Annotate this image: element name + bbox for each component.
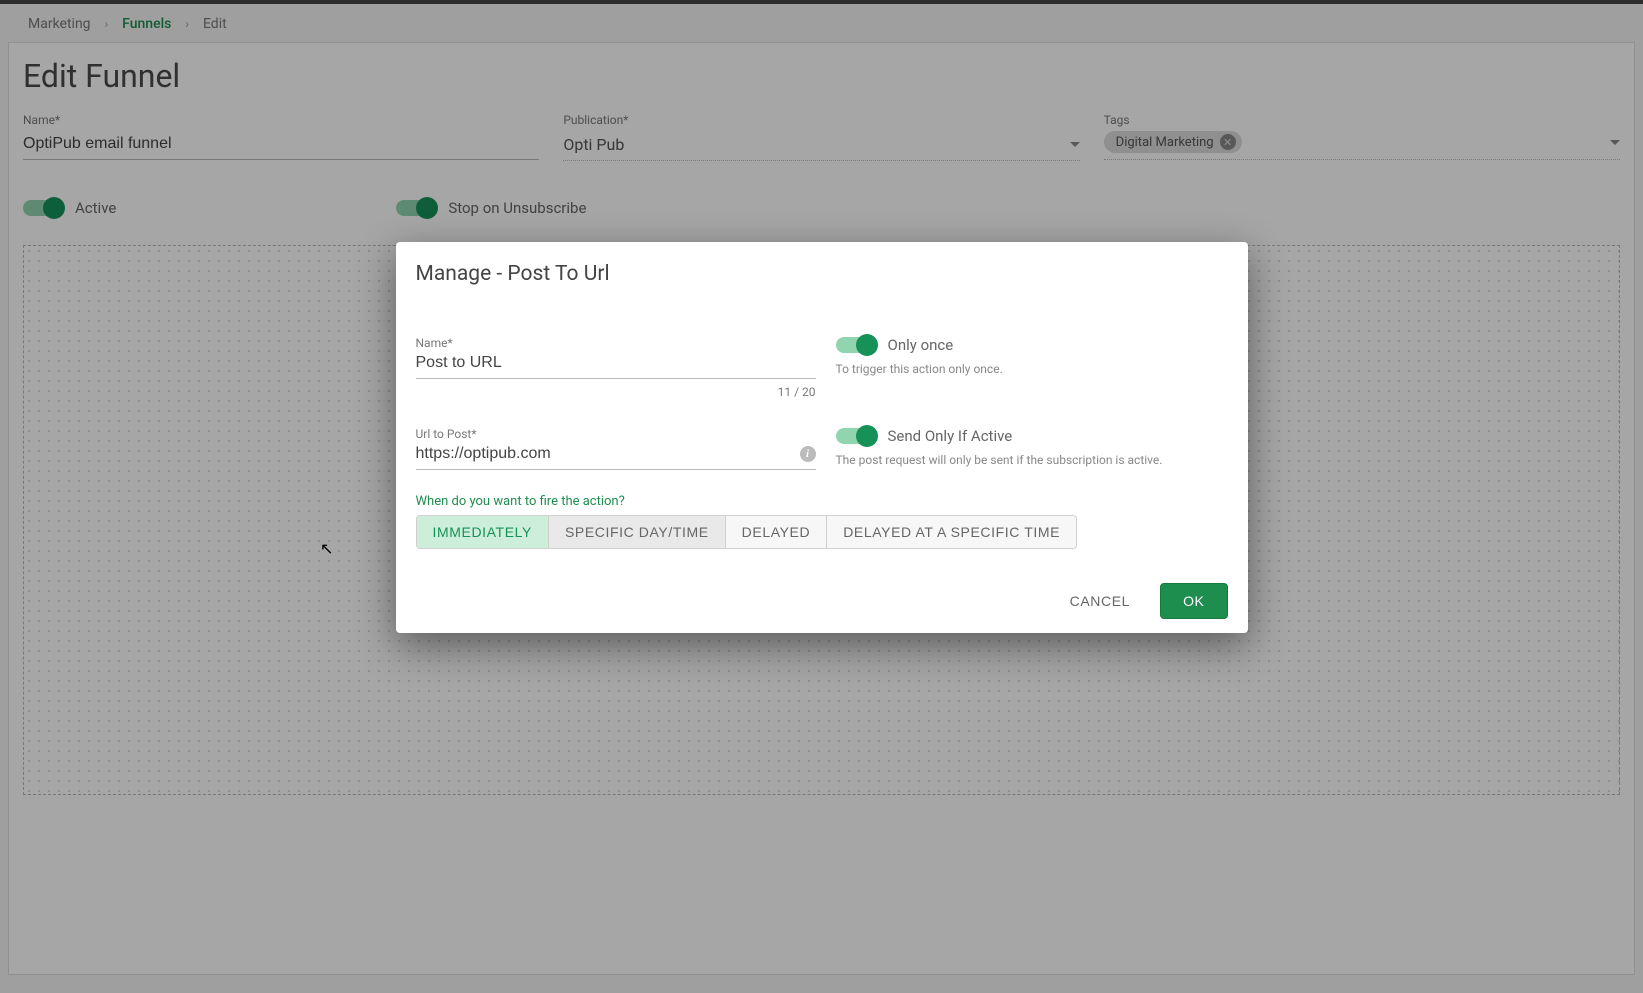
- segment-delayed[interactable]: DELAYED: [726, 516, 828, 548]
- modal-backdrop: Manage - Post To Url Name* 11 / 20 Only …: [0, 0, 1643, 993]
- send-only-if-active-toggle[interactable]: Send Only If Active: [836, 427, 1228, 445]
- when-fire-label: When do you want to fire the action?: [416, 494, 1228, 509]
- char-counter: 11 / 20: [416, 385, 816, 399]
- info-icon[interactable]: i: [800, 446, 816, 462]
- modal-name-input[interactable]: [416, 352, 816, 379]
- send-active-help: The post request will only be sent if th…: [836, 453, 1228, 467]
- only-once-label: Only once: [888, 336, 954, 354]
- modal-url-input[interactable]: [416, 443, 816, 470]
- segment-specific-day-time[interactable]: SPECIFIC DAY/TIME: [549, 516, 726, 548]
- post-to-url-modal: Manage - Post To Url Name* 11 / 20 Only …: [396, 242, 1248, 633]
- cancel-button[interactable]: CANCEL: [1054, 583, 1146, 619]
- switch-knob: [856, 425, 878, 447]
- modal-title: Manage - Post To Url: [416, 262, 1228, 286]
- send-active-label: Send Only If Active: [888, 427, 1013, 445]
- modal-name-label: Name*: [416, 336, 816, 350]
- cursor-icon: ↖: [320, 539, 333, 558]
- switch-track: [836, 337, 876, 353]
- only-once-help: To trigger this action only once.: [836, 362, 1228, 376]
- fire-timing-segment: IMMEDIATELY SPECIFIC DAY/TIME DELAYED DE…: [416, 515, 1078, 549]
- segment-immediately[interactable]: IMMEDIATELY: [417, 516, 549, 548]
- segment-delayed-specific-time[interactable]: DELAYED AT A SPECIFIC TIME: [827, 516, 1076, 548]
- modal-url-label: Url to Post*: [416, 427, 816, 441]
- switch-track: [836, 428, 876, 444]
- only-once-toggle[interactable]: Only once: [836, 336, 1228, 354]
- ok-button[interactable]: OK: [1160, 583, 1227, 619]
- switch-knob: [856, 334, 878, 356]
